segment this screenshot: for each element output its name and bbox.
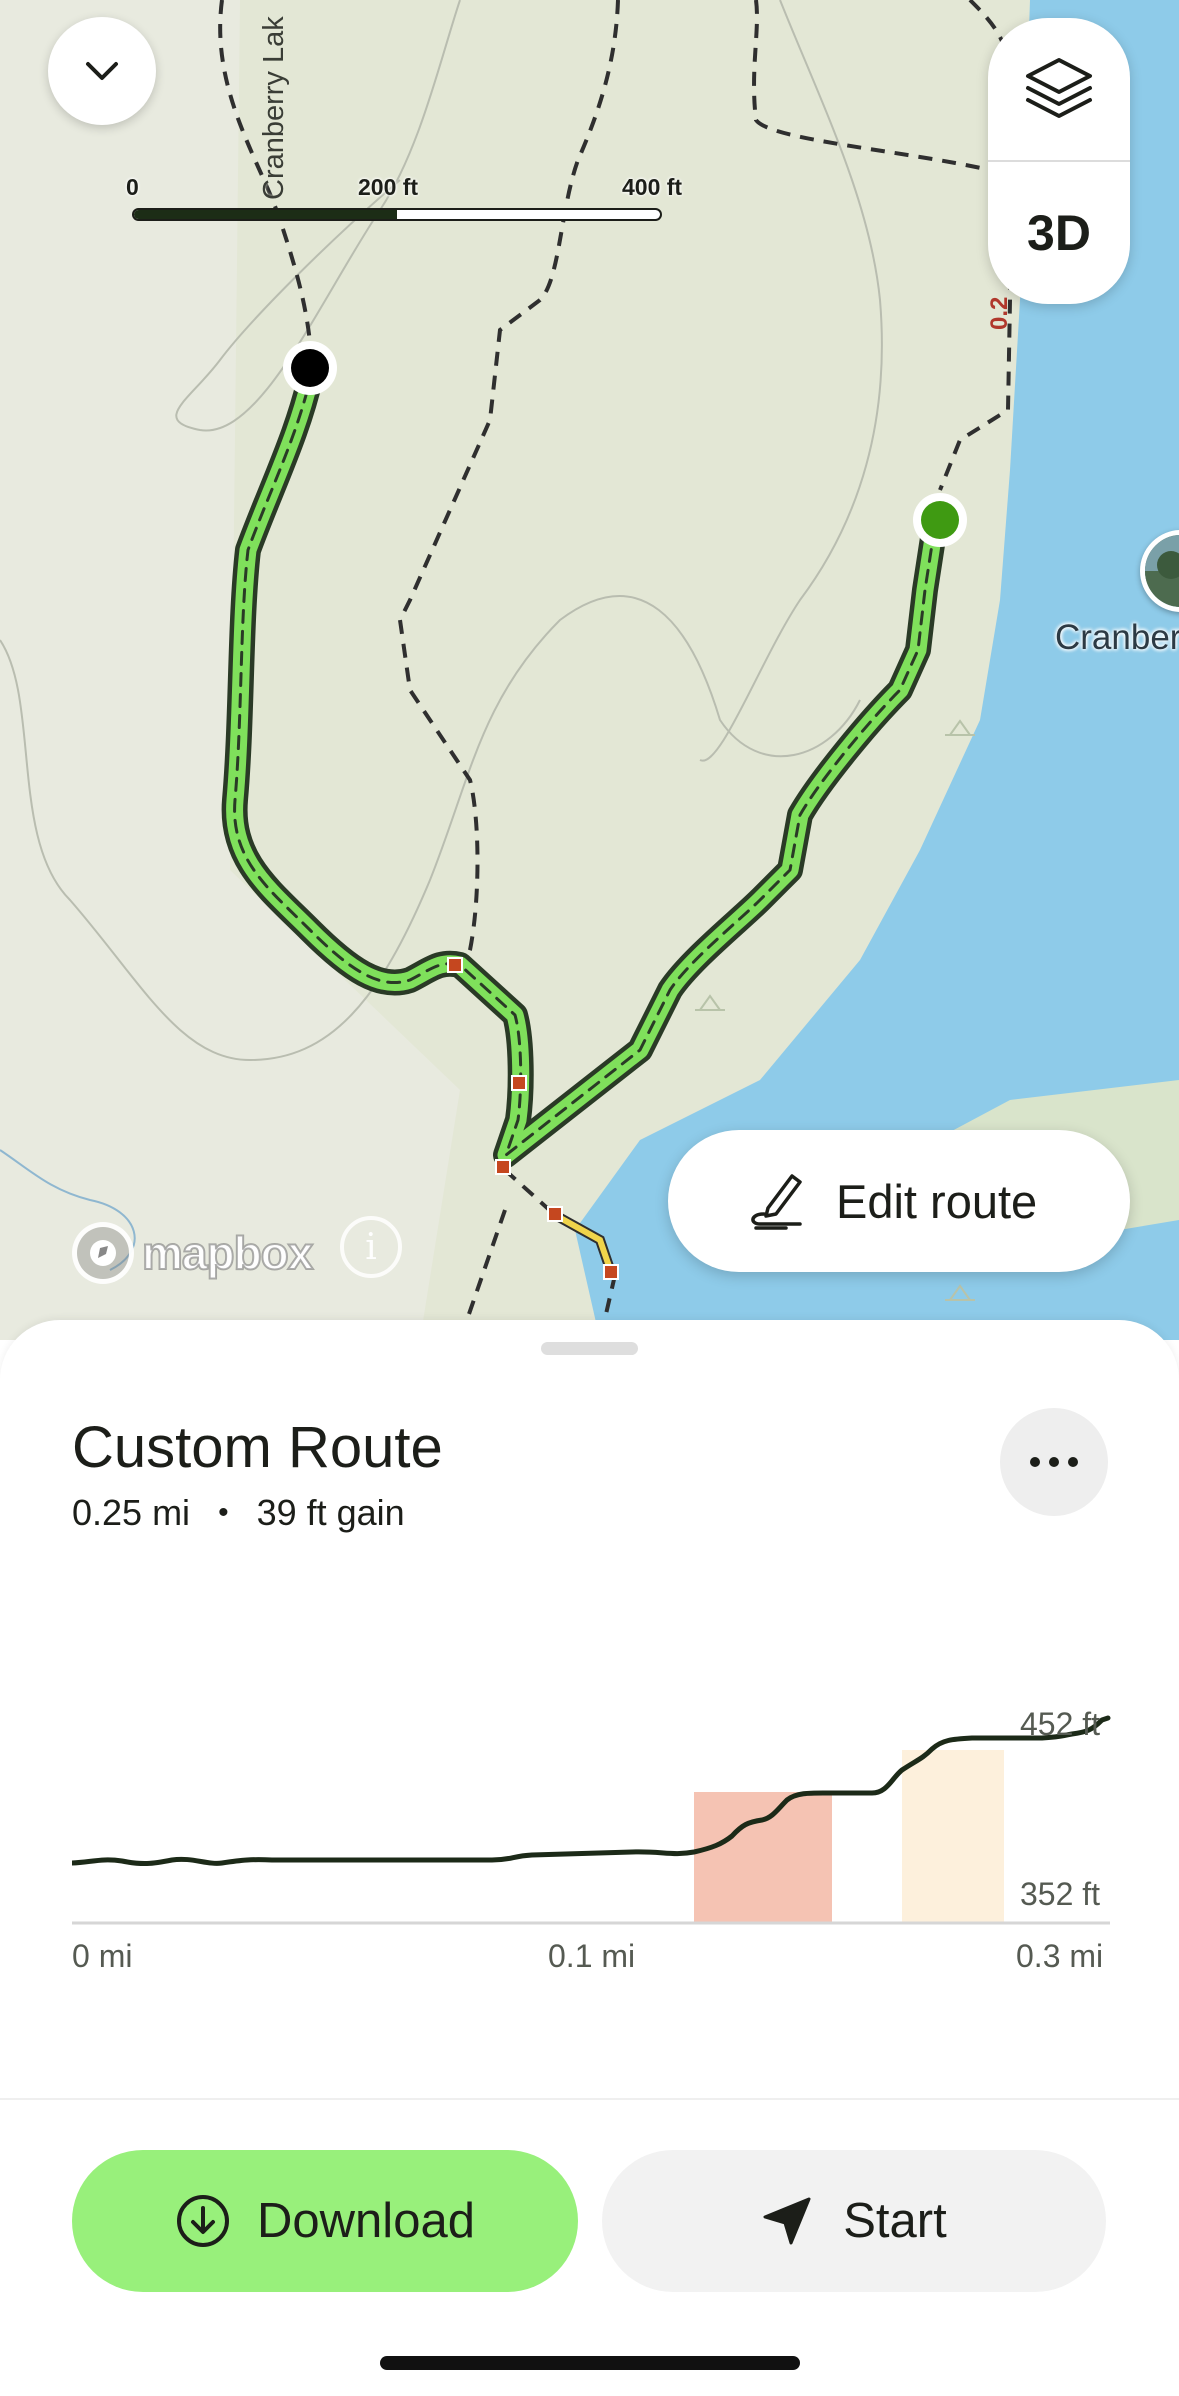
scale-bar <box>132 208 662 221</box>
stats-separator: • <box>218 1496 229 1529</box>
route-title: Custom Route <box>72 1415 443 1480</box>
scale-bar-fill <box>134 210 397 219</box>
info-icon[interactable]: i <box>340 1216 402 1278</box>
map-scale: 0 200 ft 400 ft <box>126 174 706 234</box>
scale-label-max: 400 ft <box>622 174 683 200</box>
route-distance: 0.25 mi <box>72 1492 191 1533</box>
layers-icon <box>1026 58 1092 118</box>
grade-segment-moderate <box>902 1750 1004 1922</box>
more-options-button[interactable] <box>1000 1408 1108 1516</box>
pen-icon <box>751 1174 802 1230</box>
three-d-button[interactable]: 3D <box>988 162 1130 304</box>
scale-label-zero: 0 <box>126 174 139 200</box>
mapbox-wordmark: mapbox <box>141 1226 314 1280</box>
download-label: Download <box>257 2194 475 2248</box>
poi-label[interactable]: Cranber <box>1055 618 1179 658</box>
distance-label-start: 0 mi <box>72 1938 133 1974</box>
download-button[interactable]: Download <box>72 2150 578 2292</box>
collapse-button[interactable] <box>48 17 156 125</box>
more-horizontal-icon <box>1030 1457 1078 1467</box>
start-button[interactable]: Start <box>602 2150 1106 2292</box>
elevation-profile[interactable]: 452 ft 352 ft 0 mi 0.1 mi 0.3 mi <box>72 1660 1112 2000</box>
start-label: Start <box>843 2194 947 2248</box>
mapbox-logo-icon <box>72 1222 134 1284</box>
mapbox-attribution[interactable]: mapbox <box>72 1222 314 1284</box>
route-elevation-gain: 39 ft gain <box>256 1492 405 1533</box>
lake-label: Cranberry Lak <box>258 16 290 200</box>
scale-label-mid: 200 ft <box>358 174 419 200</box>
edit-route-label: Edit route <box>836 1174 1038 1228</box>
home-indicator <box>380 2356 800 2370</box>
map-view[interactable]: Cranberry Lak 0.2 0 200 ft 400 ft 3D Cra… <box>0 0 1179 1340</box>
route-stats: 0.25 mi • 39 ft gain <box>72 1492 405 1534</box>
elevation-max-label: 452 ft <box>1020 1706 1101 1742</box>
sheet-grabber[interactable] <box>541 1342 638 1355</box>
edit-route-button[interactable]: Edit route <box>668 1130 1130 1272</box>
elevation-min-label: 352 ft <box>1020 1876 1101 1912</box>
download-icon <box>177 2195 230 2247</box>
chevron-down-icon <box>86 62 118 80</box>
navigation-arrow-icon <box>763 2197 811 2245</box>
footer-divider <box>0 2098 1179 2100</box>
map-controls-panel: 3D <box>988 18 1130 304</box>
elevation-chart <box>72 1715 1111 1925</box>
poi-photo-icon <box>1145 535 1179 607</box>
distance-label-mid: 0.1 mi <box>548 1938 636 1974</box>
route-sheet: Custom Route 0.25 mi • 39 ft gain 452 ft… <box>0 1320 1179 2396</box>
layers-button[interactable] <box>988 18 1130 160</box>
distance-label-end: 0.3 mi <box>1016 1938 1104 1974</box>
grade-segment-steep <box>694 1792 832 1922</box>
